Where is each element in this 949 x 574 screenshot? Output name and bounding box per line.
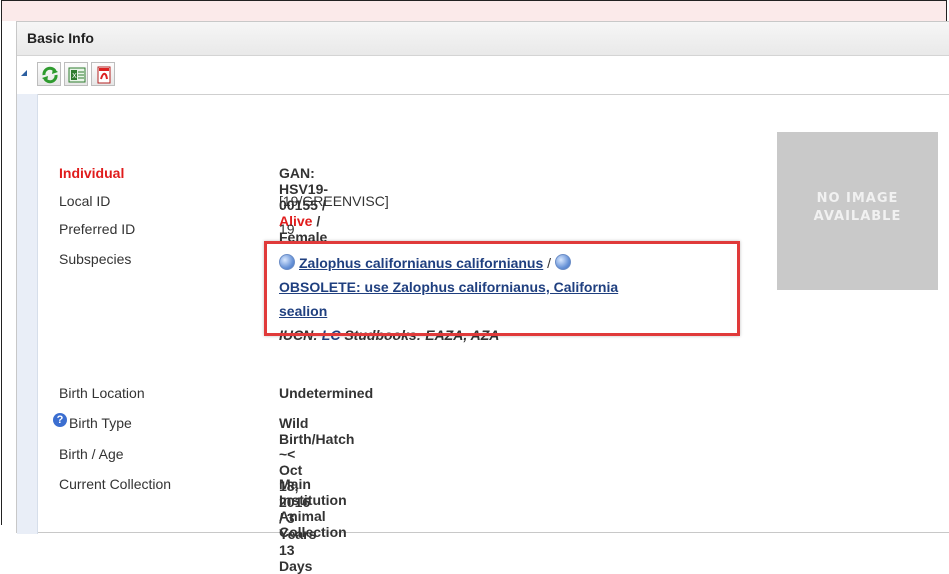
birth-location-value: Undetermined [279, 385, 374, 401]
birth-type-label: Birth Type [69, 415, 132, 431]
refresh-button[interactable] [37, 62, 61, 86]
no-image-placeholder: NO IMAGE AVAILABLE [777, 132, 938, 290]
birth-location-label: Birth Location [59, 385, 145, 401]
left-rail [17, 94, 38, 534]
preferred-id-value: 19 [279, 221, 295, 237]
export-excel-button[interactable]: X [64, 62, 88, 86]
window-frame: Basic Info X Individual GAN: HSV19-00155… [1, 0, 949, 574]
refresh-icon [42, 66, 58, 84]
collapse-icon[interactable] [21, 70, 27, 76]
subspecies-label: Subspecies [59, 251, 132, 267]
current-collection-label: Current Collection [59, 476, 172, 492]
local-id-label: Local ID [59, 193, 111, 209]
local-id-value: [19/GREENVISC] [279, 193, 389, 209]
current-collection-value: Main Institution Animal Collection [279, 476, 347, 540]
highlight-box [264, 241, 740, 336]
svg-text:X: X [72, 72, 77, 80]
birth-age-label: Birth / Age [59, 446, 124, 462]
birth-type-value: Wild Birth/Hatch [279, 415, 355, 447]
pdf-icon [97, 66, 111, 84]
panel-title: Basic Info [17, 22, 949, 56]
no-image-line2: AVAILABLE [813, 209, 902, 224]
no-image-line1: NO IMAGE [816, 191, 899, 206]
panel-toolbar: X [17, 56, 949, 95]
top-strip [2, 1, 946, 21]
help-icon[interactable]: ? [53, 413, 67, 427]
excel-icon: X [68, 67, 86, 83]
individual-label: Individual [59, 165, 125, 181]
preferred-id-label: Preferred ID [59, 221, 136, 237]
export-pdf-button[interactable] [91, 62, 115, 86]
